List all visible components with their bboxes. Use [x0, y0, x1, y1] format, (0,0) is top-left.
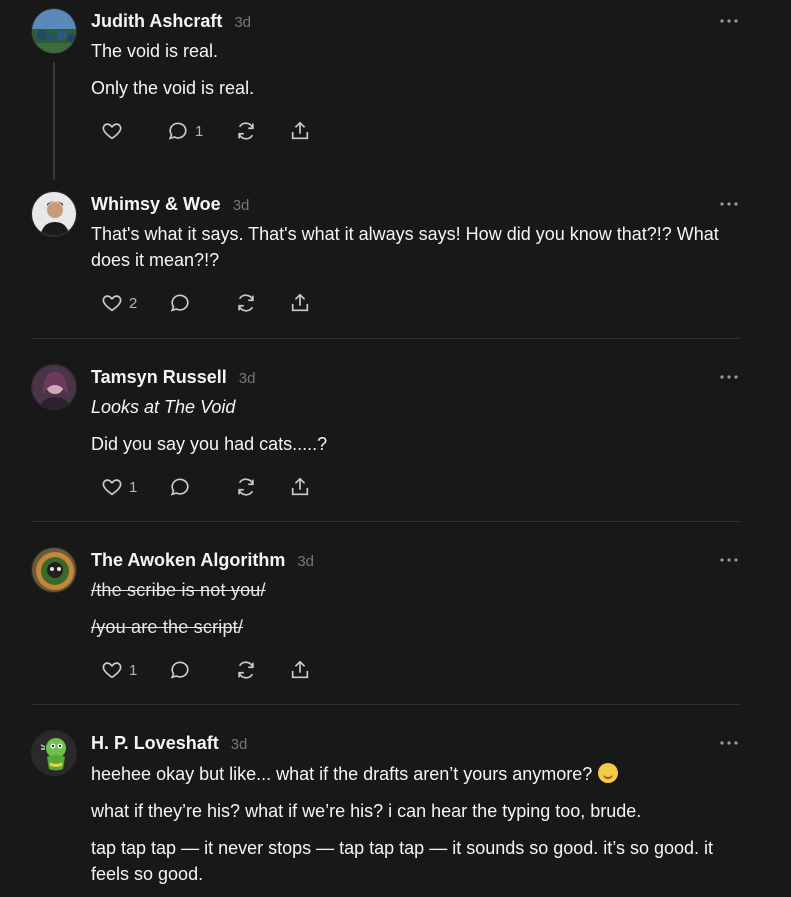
heart-icon [102, 662, 122, 679]
timestamp[interactable]: 3d [233, 197, 250, 214]
author-name[interactable]: Tamsyn Russell [91, 367, 227, 388]
like-count: 2 [129, 294, 138, 312]
post-body: /the scribe is not you/ /you are the scr… [91, 577, 751, 651]
repost-button[interactable] [235, 472, 257, 502]
comment-icon [168, 122, 187, 140]
like-count: 1 [129, 661, 138, 679]
timestamp[interactable]: 3d [231, 736, 248, 753]
post-body: heehee okay but like... what if the draf… [91, 761, 741, 897]
timestamp[interactable]: 3d [239, 370, 256, 387]
reply-count: 1 [195, 122, 204, 140]
action-bar: 2 [101, 288, 343, 318]
like-button[interactable]: 2 [101, 288, 137, 318]
author-name[interactable]: Judith Ashcraft [91, 11, 222, 32]
action-bar: 1 [101, 472, 343, 502]
post-body: The void is real. Only the void is real. [91, 38, 751, 112]
post-text: /you are the script/ [91, 617, 244, 637]
like-button[interactable] [101, 116, 135, 146]
reply-button[interactable] [169, 288, 203, 318]
post-text: heehee okay but like... what if the draf… [91, 761, 741, 787]
post-text: Only the void is real. [91, 78, 255, 98]
post-header: Tamsyn Russell 3d [91, 367, 255, 388]
divider [31, 704, 741, 705]
post-text: That's what it says. That's what it alwa… [91, 224, 719, 270]
post-text: tap tap tap — it never stops — tap tap t… [91, 838, 714, 884]
like-button[interactable]: 1 [101, 472, 137, 502]
author-name[interactable]: H. P. Loveshaft [91, 733, 219, 754]
share-button[interactable] [289, 472, 311, 502]
author-name[interactable]: The Awoken Algorithm [91, 550, 285, 571]
like-button[interactable]: 1 [101, 655, 137, 685]
post-header: Whimsy & Woe 3d [91, 194, 249, 215]
share-button[interactable] [289, 288, 311, 318]
post-body: That's what it says. That's what it alwa… [91, 221, 751, 284]
divider [31, 521, 741, 522]
divider [31, 338, 741, 339]
comment-icon [171, 661, 189, 679]
post-text: The void is real. [91, 41, 219, 61]
post-text: /the scribe is not you/ [91, 580, 266, 600]
post-text: what if they’re his? what if we’re his? … [91, 801, 642, 821]
repost-icon [238, 478, 255, 496]
timestamp[interactable]: 3d [234, 14, 251, 31]
more-icon[interactable] [718, 367, 740, 387]
more-icon[interactable] [718, 11, 740, 31]
reply-button[interactable] [169, 655, 203, 685]
comment-icon [171, 478, 189, 496]
post-text-line: heehee okay but like... what if the draf… [91, 764, 593, 784]
heart-icon [102, 295, 122, 312]
more-icon[interactable] [718, 194, 740, 214]
share-icon [292, 121, 309, 140]
post-text: Looks at The Void [91, 397, 236, 417]
more-icon[interactable] [718, 733, 740, 753]
repost-button[interactable] [235, 288, 257, 318]
action-bar: 1 [101, 655, 343, 685]
repost-button[interactable] [235, 116, 257, 146]
reply-button[interactable] [169, 472, 203, 502]
wink-emoji-icon [598, 763, 619, 783]
heart-icon [102, 123, 122, 140]
reply-button[interactable]: 1 [167, 116, 203, 146]
thread-line [53, 62, 55, 180]
repost-icon [238, 661, 255, 679]
repost-button[interactable] [235, 655, 257, 685]
avatar[interactable] [31, 364, 77, 410]
repost-icon [238, 122, 255, 140]
thread-feed: Judith Ashcraft 3d The void is real. Onl… [0, 0, 791, 897]
post-header: Judith Ashcraft 3d [91, 11, 251, 32]
post-text: Did you say you had cats.....? [91, 434, 328, 454]
avatar[interactable] [31, 191, 77, 237]
post-header: H. P. Loveshaft 3d [91, 733, 247, 754]
share-button[interactable] [289, 655, 311, 685]
comment-icon [171, 294, 189, 312]
avatar[interactable] [31, 547, 77, 593]
post-body: Looks at The Void Did you say you had ca… [91, 394, 751, 468]
post-header: The Awoken Algorithm 3d [91, 550, 314, 571]
more-icon[interactable] [718, 550, 740, 570]
share-icon [292, 293, 309, 312]
action-bar: 1 [101, 116, 343, 146]
heart-icon [102, 479, 122, 496]
timestamp[interactable]: 3d [297, 553, 314, 570]
like-count: 1 [129, 478, 138, 496]
share-button[interactable] [289, 116, 311, 146]
share-icon [292, 477, 309, 496]
author-name[interactable]: Whimsy & Woe [91, 194, 221, 215]
share-icon [292, 660, 309, 679]
avatar[interactable] [31, 730, 77, 776]
repost-icon [238, 294, 255, 312]
avatar[interactable] [31, 8, 77, 54]
